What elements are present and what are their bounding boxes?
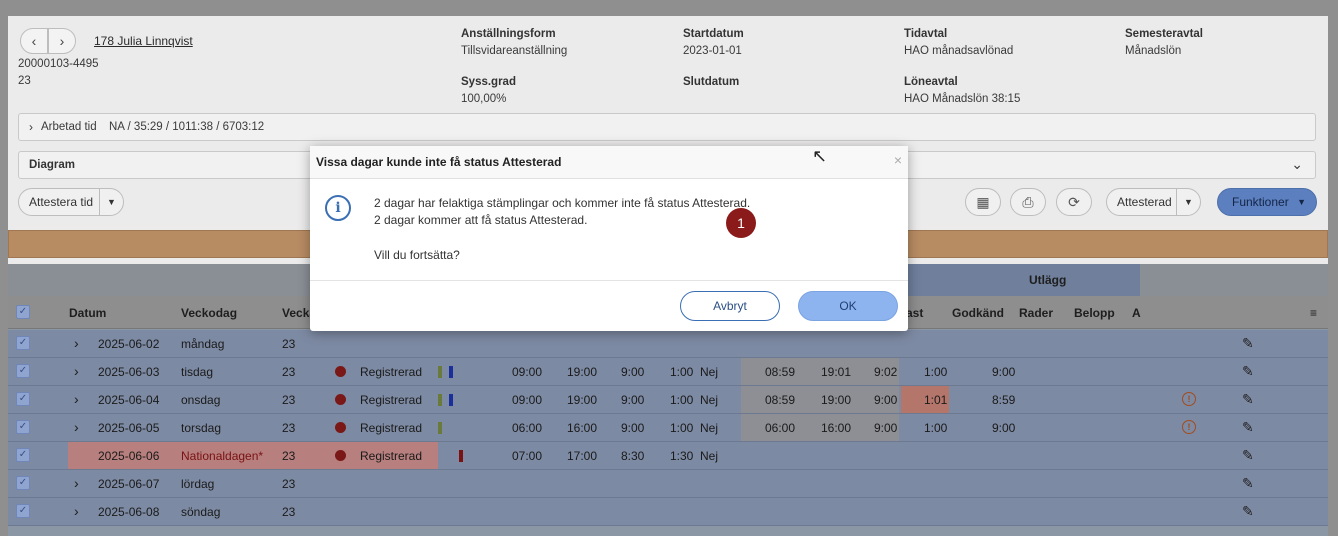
ok-button[interactable]: OK <box>798 291 898 321</box>
dialog-footer: Avbryt OK <box>310 280 908 331</box>
dialog-line1: 2 dagar har felaktiga stämplingar och ko… <box>374 196 751 210</box>
mouse-cursor-icon: ↖ <box>812 146 828 166</box>
dialog-question: Vill du fortsätta? <box>374 248 460 262</box>
close-icon[interactable]: × <box>894 152 902 168</box>
step-badge: 1 <box>726 208 756 238</box>
cancel-button[interactable]: Avbryt <box>680 291 780 321</box>
confirm-dialog: Vissa dagar kunde inte få status Atteste… <box>310 146 908 331</box>
info-icon: i <box>325 195 351 221</box>
dialog-line2: 2 dagar kommer att få status Attesterad. <box>374 213 588 227</box>
